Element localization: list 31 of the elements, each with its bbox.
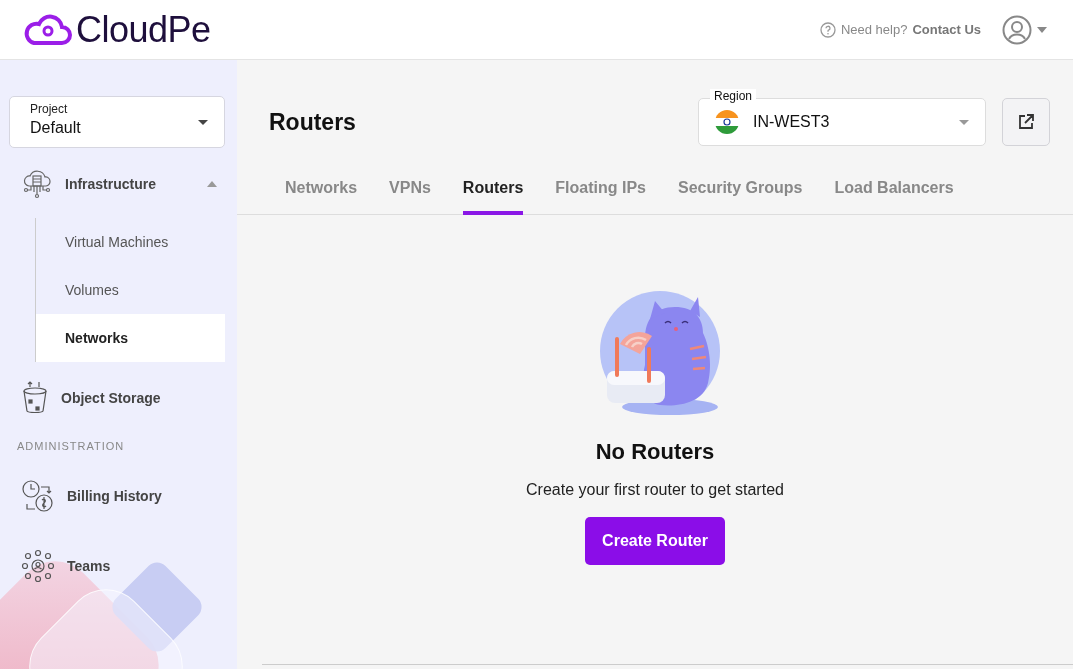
empty-state-title: No Routers	[595, 439, 715, 465]
external-link-icon	[1017, 113, 1035, 131]
sidebar-item[interactable]: Billing History	[9, 462, 225, 530]
empty-state-text: Create your first router to get started	[526, 481, 784, 499]
create-router-button[interactable]: Create Router	[585, 517, 725, 565]
sidebar-item[interactable]: Object Storage	[9, 364, 225, 432]
sidebar-item[interactable]: Infrastructure	[9, 150, 225, 218]
caret-icon[interactable]	[1037, 26, 1047, 33]
sidebar-subitem[interactable]: Virtual Machines	[36, 218, 225, 266]
india-flag-icon	[715, 110, 739, 134]
clock-coin-icon	[21, 479, 55, 513]
caret-icon	[198, 120, 208, 125]
sidebar-item[interactable]: Teams	[9, 532, 225, 600]
region-label: Region	[710, 89, 757, 103]
user-avatar-icon[interactable]	[1002, 14, 1032, 45]
team-network-icon	[21, 549, 55, 583]
logo-text: CloudPe	[76, 8, 211, 51]
caret-icon	[959, 119, 969, 125]
help-text: Need help?	[840, 22, 908, 37]
sidebar-subitem[interactable]: Networks	[36, 314, 225, 362]
tab[interactable]: Routers	[462, 167, 524, 215]
cloud-logo-icon	[22, 12, 72, 47]
section-heading: ADMINISTRATION	[16, 439, 126, 454]
page-title: Routers	[269, 108, 357, 136]
external-link-button[interactable]	[1002, 98, 1050, 146]
sidebar-subitem[interactable]: Volumes	[36, 266, 225, 314]
help-icon	[819, 21, 836, 38]
bucket-icon	[21, 381, 49, 415]
project-select[interactable]: Project Default	[9, 96, 225, 148]
cloud-server-icon	[21, 168, 53, 200]
contact-us-link[interactable]: Contact Us	[912, 22, 981, 37]
